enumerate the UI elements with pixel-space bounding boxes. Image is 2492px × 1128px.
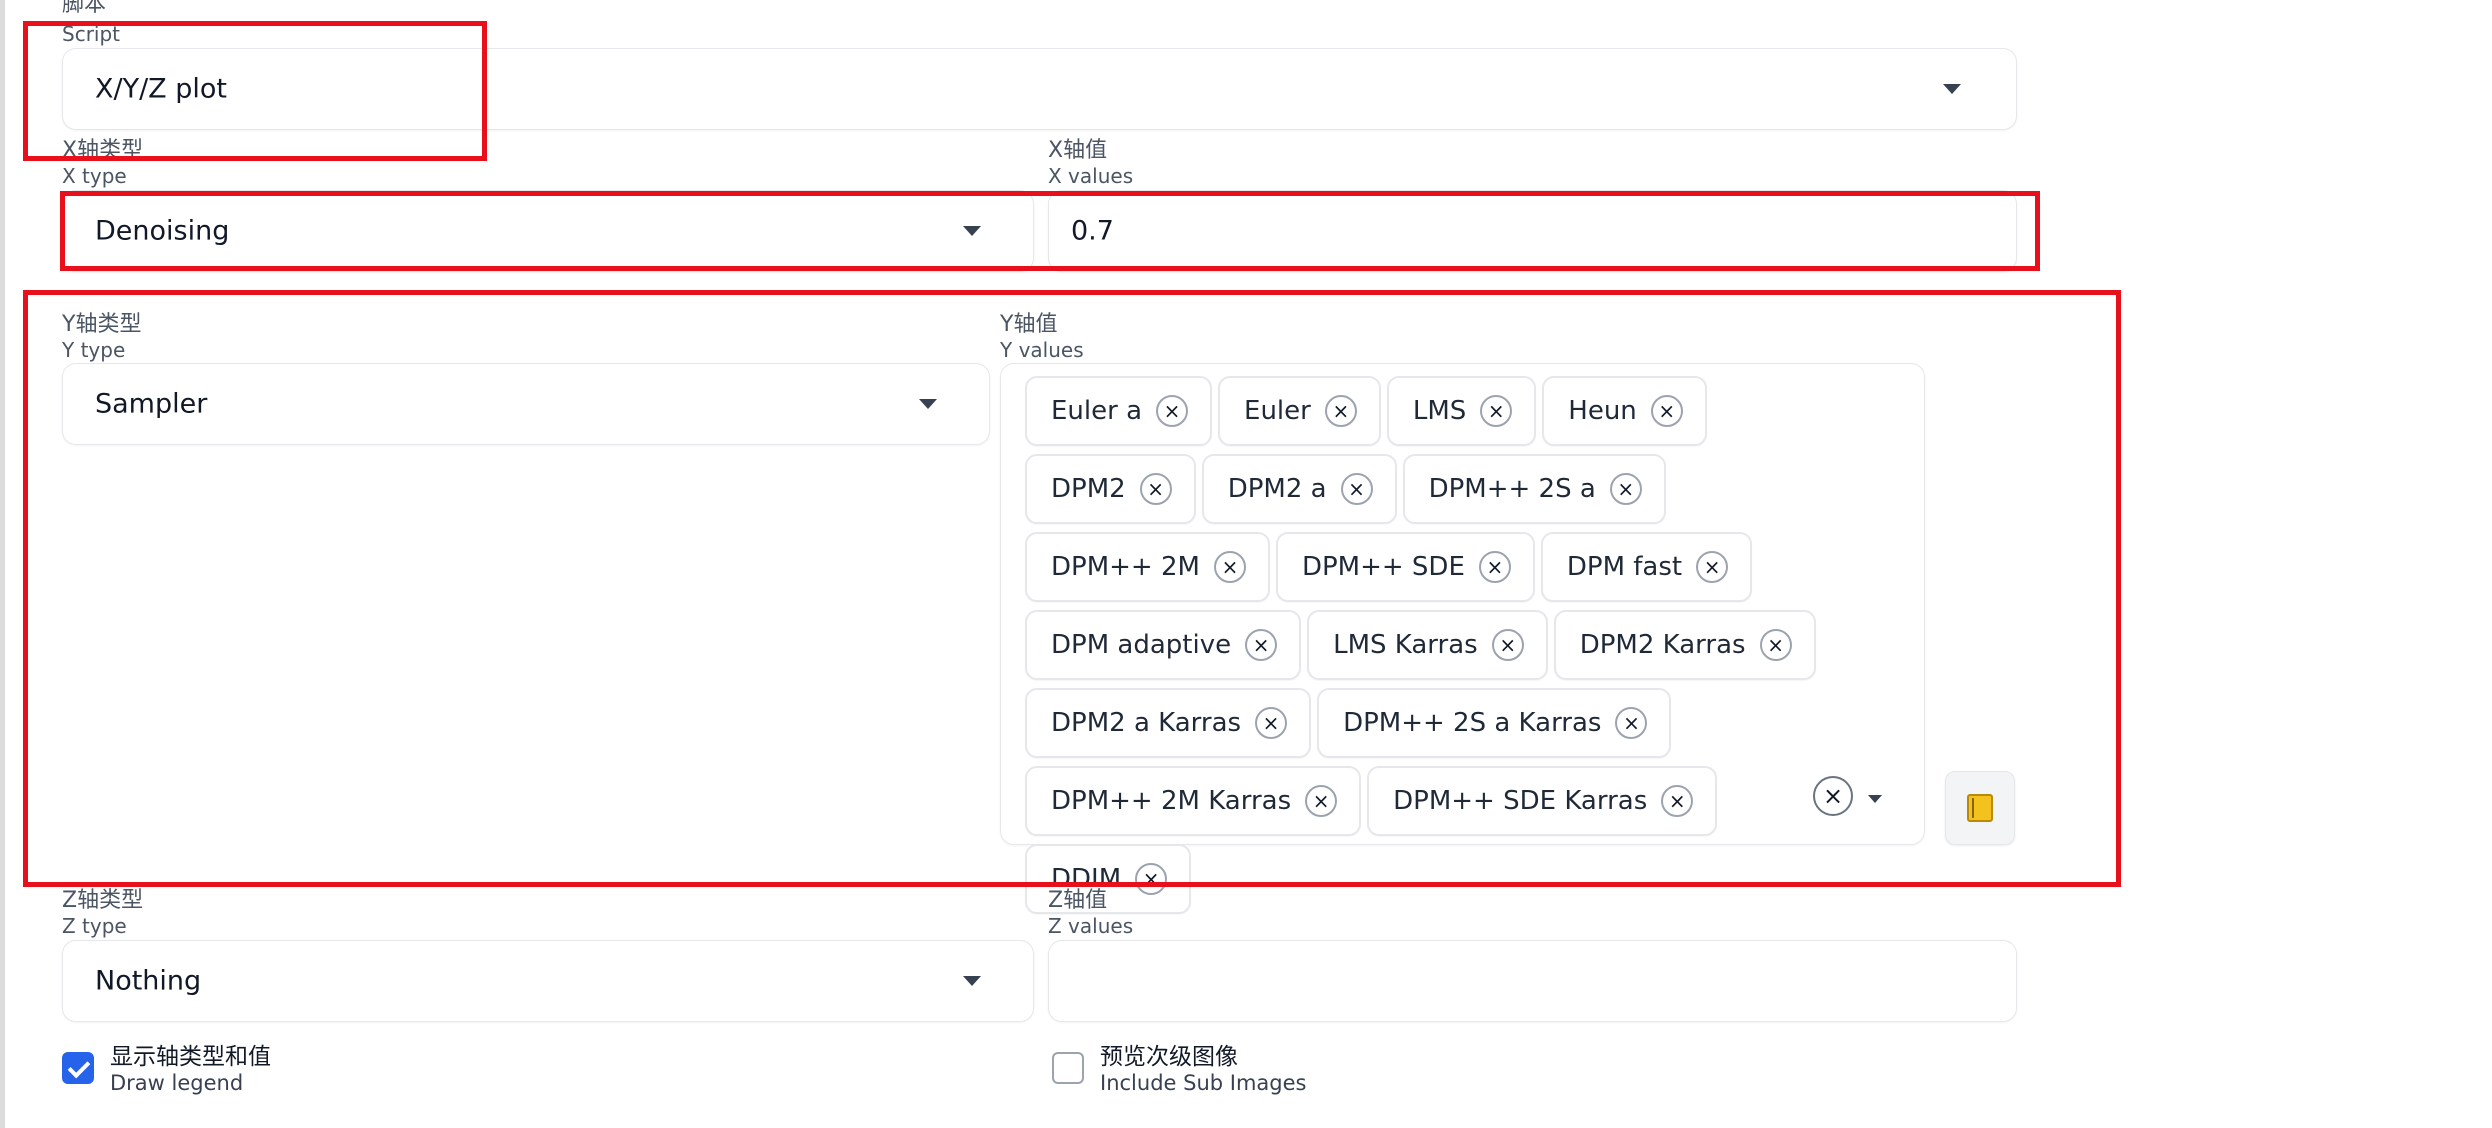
chevron-down-icon[interactable]: [963, 976, 981, 986]
highlight-box-y-axis: [23, 290, 2121, 887]
include-sub-images-checkbox[interactable]: [1052, 1052, 1084, 1084]
z-values-input[interactable]: [1048, 940, 2017, 1022]
z-values-label-cn: Z轴值: [1048, 888, 1108, 913]
z-type-label-cn: Z轴类型: [62, 888, 144, 913]
z-type-dropdown[interactable]: Nothing: [62, 940, 1034, 1022]
chevron-down-icon[interactable]: [1943, 84, 1961, 94]
draw-legend-checkbox[interactable]: [62, 1052, 94, 1084]
include-sub-images-label-cn: 预览次级图像: [1100, 1044, 1238, 1070]
x-type-label-en: X type: [62, 164, 127, 188]
highlight-box-script: [23, 21, 487, 161]
script-label-cn: 脚本: [62, 0, 107, 17]
include-sub-images-label-en: Include Sub Images: [1100, 1071, 1307, 1095]
draw-legend-label-cn: 显示轴类型和值: [110, 1044, 271, 1070]
z-type-value: Nothing: [95, 965, 202, 997]
z-values-label-en: Z values: [1048, 914, 1134, 938]
highlight-box-x-axis: [60, 191, 2040, 271]
x-values-label-cn: X轴值: [1048, 138, 1108, 163]
z-type-label-en: Z type: [62, 914, 127, 938]
draw-legend-label-en: Draw legend: [110, 1071, 244, 1095]
x-values-label-en: X values: [1048, 164, 1134, 188]
left-border: [0, 0, 5, 1128]
